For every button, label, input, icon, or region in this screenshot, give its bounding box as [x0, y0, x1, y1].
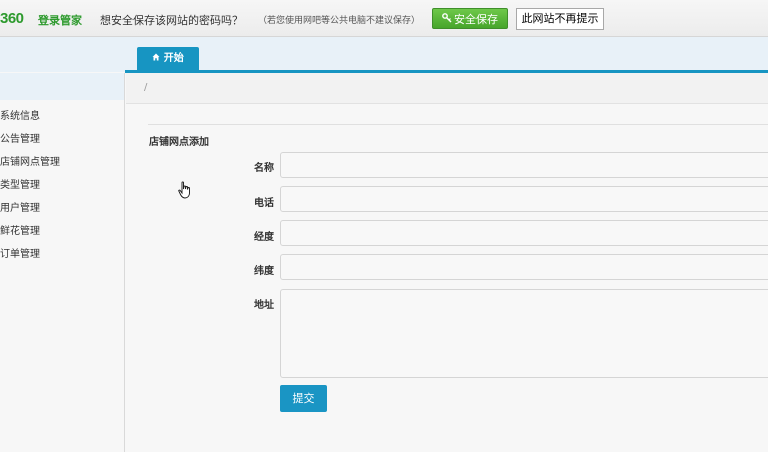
- latitude-label: 纬度: [254, 266, 274, 277]
- sidebar-item-announcements[interactable]: 公告管理: [0, 130, 40, 145]
- name-field[interactable]: [280, 152, 768, 178]
- 360-logo: 360: [0, 10, 24, 27]
- submit-button[interactable]: 提交: [280, 385, 327, 412]
- key-icon: [442, 9, 452, 30]
- home-icon: [152, 53, 163, 64]
- sidebar-header: [0, 73, 124, 100]
- save-password-tip: （若您使用网吧等公共电脑不建议保存）: [258, 16, 421, 26]
- name-input[interactable]: [281, 153, 768, 177]
- latitude-input[interactable]: [281, 255, 768, 279]
- form-title: 店铺网点添加: [149, 137, 209, 148]
- sidebar-item-types[interactable]: 类型管理: [0, 176, 40, 191]
- breadcrumb: [126, 73, 768, 104]
- sidebar-item-system-info[interactable]: 系统信息: [0, 107, 40, 122]
- tab-start[interactable]: 开始: [137, 47, 199, 71]
- hand-cursor-icon: [178, 181, 192, 203]
- sidebar-item-flowers[interactable]: 鲜花管理: [0, 222, 40, 237]
- save-password-question: 想安全保存该网站的密码吗？: [100, 14, 243, 27]
- password-save-bar: 360 登录管家 想安全保存该网站的密码吗？ （若您使用网吧等公共电脑不建议保存…: [0, 0, 768, 37]
- longitude-input[interactable]: [281, 221, 768, 245]
- name-label: 名称: [254, 163, 274, 174]
- latitude-field[interactable]: [280, 254, 768, 280]
- sidebar: 系统信息 公告管理 店铺网点管理 类型管理 用户管理 鲜花管理 订单管理: [0, 73, 125, 452]
- sidebar-item-orders[interactable]: 订单管理: [0, 245, 40, 260]
- sidebar-item-users[interactable]: 用户管理: [0, 199, 40, 214]
- breadcrumb-separator: /: [144, 82, 148, 93]
- phone-input[interactable]: [281, 187, 768, 211]
- safe-save-label: 安全保存: [454, 13, 498, 26]
- phone-label: 电话: [254, 198, 274, 209]
- phone-field[interactable]: [280, 186, 768, 212]
- logo-text: 登录管家: [38, 14, 82, 27]
- address-field[interactable]: [280, 289, 768, 378]
- never-prompt-button[interactable]: 此网站不再提示: [516, 8, 604, 30]
- longitude-label: 经度: [254, 232, 274, 243]
- tab-start-label: 开始: [163, 53, 184, 64]
- safe-save-button[interactable]: 安全保存: [432, 8, 508, 29]
- sidebar-item-store-outlets[interactable]: 店铺网点管理: [0, 153, 60, 168]
- address-textarea[interactable]: [281, 290, 768, 377]
- longitude-field[interactable]: [280, 220, 768, 246]
- header-band: [0, 37, 768, 72]
- address-label: 地址: [254, 300, 274, 311]
- divider: [148, 124, 768, 125]
